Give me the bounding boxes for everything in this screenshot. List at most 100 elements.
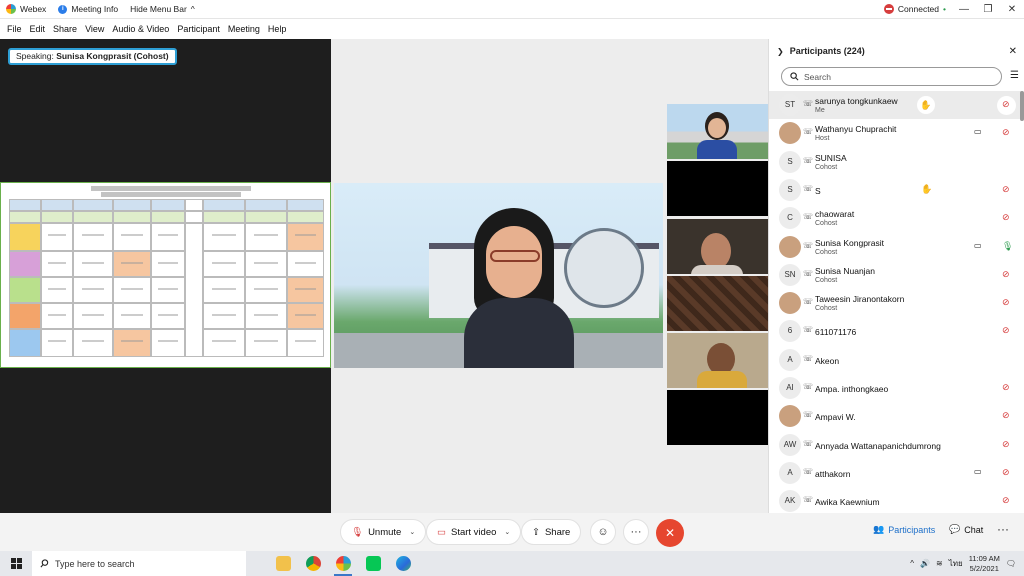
close-window-button[interactable]: ✕ bbox=[1000, 4, 1024, 15]
mic-muted-icon[interactable]: ⊘ bbox=[1002, 297, 1010, 308]
close-panel-button[interactable]: ✕ bbox=[1009, 46, 1017, 57]
timetable-cell bbox=[73, 199, 113, 211]
participant-row[interactable]: A ☏ Akeon bbox=[769, 346, 1021, 374]
menu-file[interactable]: File bbox=[3, 24, 26, 34]
mic-muted-icon[interactable]: ⊘ bbox=[1002, 184, 1010, 195]
avatar: AW bbox=[779, 434, 801, 456]
timetable-cell bbox=[41, 251, 73, 277]
participant-row[interactable]: AK ☏ Awika Kaewnium ⊘ bbox=[769, 487, 1021, 513]
participant-row[interactable]: ☏ Wathanyu Chuprachit Host ▭ ⊘ bbox=[769, 119, 1021, 147]
share-button[interactable]: ⇪ Share bbox=[521, 519, 582, 545]
timetable-cell bbox=[73, 251, 113, 277]
mic-muted-icon[interactable]: ⊘ bbox=[1002, 382, 1010, 393]
timetable-cell bbox=[73, 329, 113, 357]
menu-view[interactable]: View bbox=[81, 24, 108, 34]
edge-app[interactable] bbox=[388, 551, 418, 576]
participant-list-scrollbar[interactable] bbox=[1020, 91, 1024, 121]
minimize-button[interactable]: — bbox=[952, 4, 976, 15]
timetable-cell bbox=[113, 211, 151, 223]
wifi-icon[interactable]: ≋ bbox=[936, 559, 943, 568]
chevron-up-icon[interactable]: ^ bbox=[910, 559, 914, 568]
participant-row[interactable]: AI ☏ Ampa. inthongkaeo ⊘ bbox=[769, 374, 1021, 402]
audio-device-icon: ☏ bbox=[803, 382, 814, 391]
video-thumbnail[interactable] bbox=[667, 276, 768, 331]
timetable-cell bbox=[245, 223, 287, 251]
participant-row[interactable]: S ☏ SUNISA Cohost bbox=[769, 148, 1021, 176]
participant-name: S bbox=[815, 186, 821, 196]
mic-muted-icon[interactable]: ⊘ bbox=[1002, 495, 1010, 506]
participant-role: Cohost bbox=[815, 277, 838, 284]
mic-muted-icon[interactable]: ⊘ bbox=[1002, 212, 1010, 223]
timetable-cell bbox=[9, 303, 41, 329]
sort-list-icon[interactable]: ☰ bbox=[1010, 70, 1019, 81]
input-language[interactable]: ไทย bbox=[949, 557, 963, 570]
shared-content-area[interactable]: Speaking: Sunisa Kongprasit (Cohost) bbox=[0, 39, 331, 513]
menu-meeting[interactable]: Meeting bbox=[224, 24, 264, 34]
start-video-button[interactable]: ▭ Start video ⌄ bbox=[426, 519, 522, 545]
video-thumbnail[interactable] bbox=[667, 104, 768, 159]
menu-edit[interactable]: Edit bbox=[26, 24, 50, 34]
chevron-down-icon[interactable]: ⌄ bbox=[504, 528, 510, 536]
mic-muted-icon[interactable]: ⊘ bbox=[1002, 127, 1010, 138]
menu-help[interactable]: Help bbox=[264, 24, 291, 34]
video-thumbnail[interactable] bbox=[667, 219, 768, 274]
active-speaker-video[interactable] bbox=[334, 183, 663, 368]
chevron-right-icon[interactable]: ❯ bbox=[777, 47, 784, 56]
mic-muted-icon[interactable]: ⊘ bbox=[1002, 99, 1010, 110]
connection-status[interactable]: Connected • bbox=[878, 4, 952, 14]
notifications-icon[interactable]: 🗨 bbox=[1006, 559, 1016, 568]
menu-audio-video[interactable]: Audio & Video bbox=[108, 24, 173, 34]
participant-row[interactable]: ☏ Sunisa Kongprasit Cohost ▭ 🎙 bbox=[769, 233, 1021, 261]
mic-muted-icon[interactable]: ⊘ bbox=[1002, 467, 1010, 478]
clock-date: 5/2/2021 bbox=[969, 563, 999, 573]
participant-search[interactable] bbox=[781, 67, 1002, 86]
video-thumbnail[interactable] bbox=[667, 390, 768, 445]
audio-device-icon: ☏ bbox=[803, 127, 814, 136]
leave-meeting-button[interactable]: ✕ bbox=[656, 519, 684, 547]
windows-taskbar: Type here to search ^ 🔊 ≋ ไทย 11:09 AM 5… bbox=[0, 551, 1024, 576]
raised-hand-icon[interactable]: ✋ bbox=[921, 184, 932, 195]
webex-app[interactable] bbox=[328, 551, 358, 576]
chat-tab[interactable]: 💬 Chat bbox=[949, 524, 983, 535]
menu-share[interactable]: Share bbox=[49, 24, 81, 34]
search-input[interactable] bbox=[804, 71, 984, 82]
mic-on-icon[interactable]: 🎙 bbox=[1002, 241, 1013, 252]
participant-row[interactable]: AW ☏ Annyada Wattanapanichdumrong ⊘ bbox=[769, 431, 1021, 459]
chevron-down-icon[interactable]: ⌄ bbox=[409, 528, 415, 536]
participant-row[interactable]: A ☏ atthakorn ▭ ⊘ bbox=[769, 459, 1021, 487]
participants-tab[interactable]: 👥 Participants bbox=[873, 524, 935, 535]
participant-role: Me bbox=[815, 107, 825, 114]
menu-participant[interactable]: Participant bbox=[173, 24, 224, 34]
chrome-app[interactable] bbox=[298, 551, 328, 576]
participant-row[interactable]: C ☏ chaowarat Cohost ⊘ bbox=[769, 204, 1021, 232]
video-thumbnail[interactable] bbox=[667, 161, 768, 216]
system-clock[interactable]: 11:09 AM 5/2/2021 bbox=[969, 554, 1000, 574]
participant-row[interactable]: S ☏ S ✋ ⊘ bbox=[769, 176, 1021, 204]
taskbar-search[interactable]: Type here to search bbox=[32, 551, 246, 576]
mic-muted-icon[interactable]: ⊘ bbox=[1002, 439, 1010, 450]
line-app[interactable] bbox=[358, 551, 388, 576]
start-button[interactable] bbox=[0, 551, 32, 576]
reactions-button[interactable]: ☺ bbox=[590, 519, 616, 545]
audio-device-icon: ☏ bbox=[803, 325, 814, 334]
unmute-button[interactable]: 🎙 Unmute ⌄ bbox=[340, 519, 427, 545]
mic-muted-icon[interactable]: ⊘ bbox=[1002, 410, 1010, 421]
timetable-cell bbox=[151, 303, 185, 329]
mic-muted-icon[interactable]: ⊘ bbox=[1002, 325, 1010, 336]
mic-muted-icon[interactable]: ⊘ bbox=[1002, 269, 1010, 280]
hide-menu-bar-button[interactable]: Hide Menu Bar ^ bbox=[124, 4, 201, 14]
file-explorer-app[interactable] bbox=[268, 551, 298, 576]
participant-row[interactable]: ST ☏ sarunya tongkunkaew Me ✋ ⊘ bbox=[769, 91, 1021, 119]
participant-row[interactable]: SN ☏ Sunisa Nuanjan Cohost ⊘ bbox=[769, 261, 1021, 289]
raised-hand-icon[interactable]: ✋ bbox=[917, 96, 935, 114]
more-panels-button[interactable]: ··· bbox=[997, 522, 1009, 536]
participant-row[interactable]: 6 ☏ 611071176 ⊘ bbox=[769, 317, 1021, 345]
video-thumbnail[interactable] bbox=[667, 333, 768, 388]
restore-button[interactable]: ❐ bbox=[976, 4, 1000, 15]
more-options-button[interactable]: ··· bbox=[623, 519, 649, 545]
meeting-info-button[interactable]: i Meeting Info bbox=[52, 4, 124, 14]
timetable-cell bbox=[151, 251, 185, 277]
participant-row[interactable]: ☏ Taweesin Jiranontakorn Cohost ⊘ bbox=[769, 289, 1021, 317]
speaker-icon[interactable]: 🔊 bbox=[920, 559, 930, 568]
participant-row[interactable]: ☏ Ampavi W. ⊘ bbox=[769, 402, 1021, 430]
